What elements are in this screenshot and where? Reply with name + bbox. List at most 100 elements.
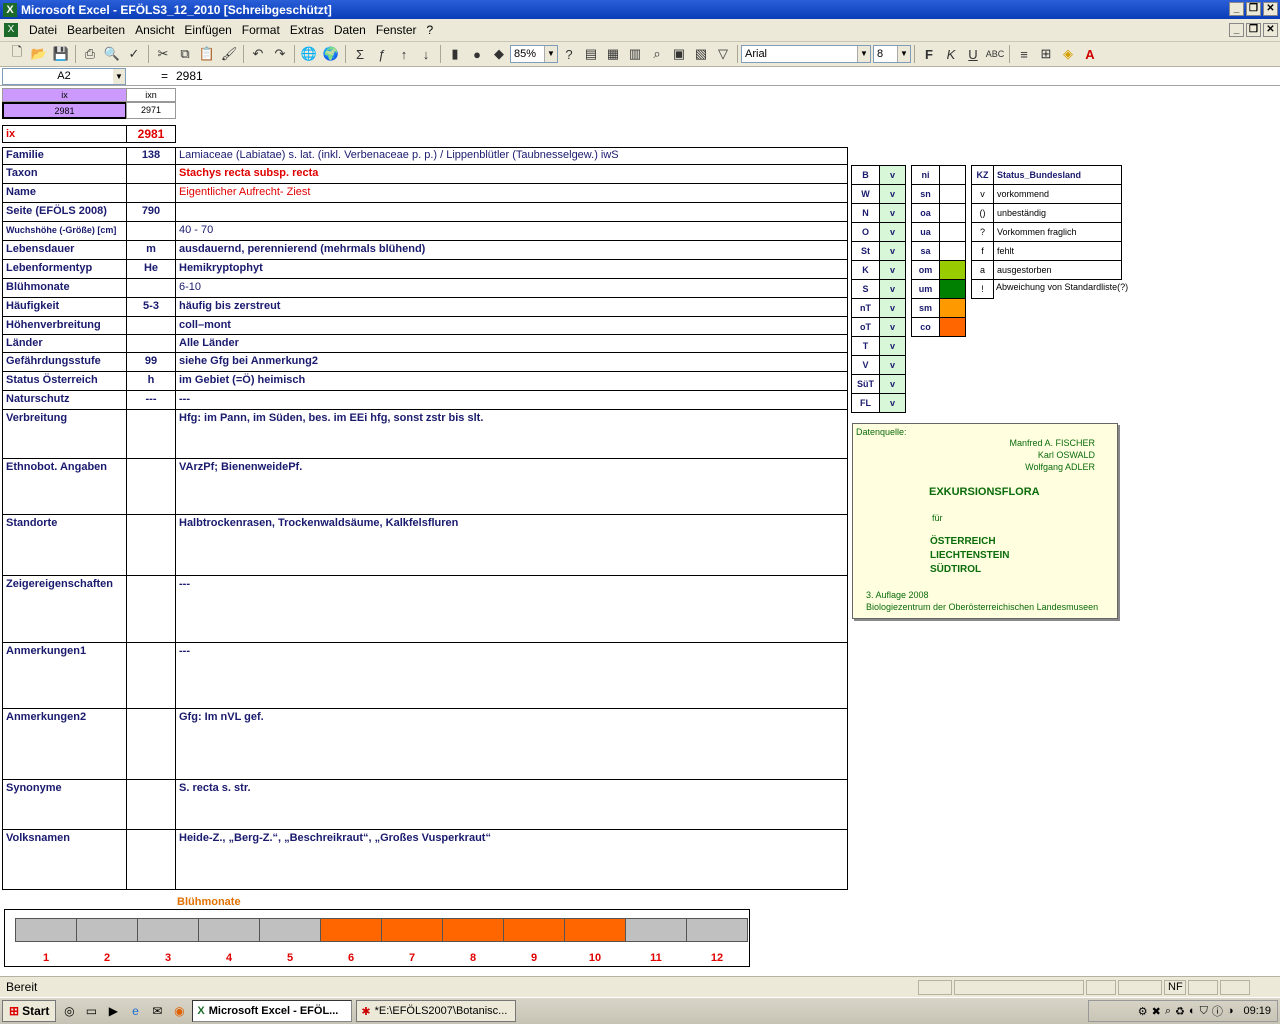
- menu-datei[interactable]: Datei: [24, 23, 62, 37]
- row-code[interactable]: [126, 164, 176, 184]
- help-icon[interactable]: ?: [558, 44, 580, 64]
- undo-icon[interactable]: ↶: [247, 44, 269, 64]
- menu-daten[interactable]: Daten: [329, 23, 371, 37]
- row-code[interactable]: [126, 278, 176, 298]
- spelling-icon[interactable]: ✓: [123, 44, 145, 64]
- hyperlink-icon[interactable]: 🌐: [298, 44, 320, 64]
- doc-restore-button[interactable]: ❐: [1246, 23, 1261, 37]
- quicklaunch-icon-1[interactable]: ◎: [60, 1002, 78, 1020]
- format-painter-icon[interactable]: 🖌: [218, 44, 240, 64]
- row-value[interactable]: Heide-Z., „Berg-Z.“, „Beschreikraut“, „G…: [175, 829, 848, 890]
- row-value[interactable]: Lamiaceae (Labiatae) s. lat. (inkl. Verb…: [175, 147, 848, 165]
- row-value[interactable]: coll–mont: [175, 316, 848, 335]
- paste-icon[interactable]: 📋: [196, 44, 218, 64]
- font-size-select[interactable]: 8 ▼: [873, 45, 911, 63]
- print-icon[interactable]: ⎙: [79, 44, 101, 64]
- tray-icon-6[interactable]: ⛉: [1200, 1005, 1208, 1018]
- quicklaunch-icon-5[interactable]: ✉: [148, 1002, 166, 1020]
- row-value[interactable]: S. recta s. str.: [175, 779, 848, 830]
- zoom-select[interactable]: 85% ▼: [510, 45, 558, 63]
- minimize-button[interactable]: _: [1229, 2, 1244, 16]
- row-code[interactable]: [126, 829, 176, 890]
- menu-help[interactable]: ?: [422, 23, 439, 37]
- web-toolbar-icon[interactable]: 🌍: [320, 44, 342, 64]
- row-value[interactable]: 6-10: [175, 278, 848, 298]
- tray-icon-8[interactable]: ◑: [1227, 1005, 1234, 1017]
- save-icon[interactable]: 💾: [50, 44, 72, 64]
- task-excel[interactable]: X Microsoft Excel - EFÖL...: [192, 1000, 353, 1022]
- row-code[interactable]: [126, 316, 176, 335]
- row-code[interactable]: [126, 708, 176, 780]
- tray-icon-3[interactable]: ⌕: [1165, 1005, 1171, 1018]
- row-code[interactable]: [126, 779, 176, 830]
- quicklaunch-icon-3[interactable]: ▶: [104, 1002, 122, 1020]
- print-preview-icon[interactable]: 🔍: [101, 44, 123, 64]
- drawing-icon[interactable]: ◆: [488, 44, 510, 64]
- row-code[interactable]: [126, 183, 176, 203]
- row-value[interactable]: Gfg: Im nVL gef.: [175, 708, 848, 780]
- tool-icon-e[interactable]: ▧: [690, 44, 712, 64]
- tray-icon-1[interactable]: ⚙: [1138, 1005, 1148, 1018]
- row-code[interactable]: m: [126, 240, 176, 260]
- row-code[interactable]: [126, 514, 176, 576]
- menu-einfuegen[interactable]: Einfügen: [179, 23, 236, 37]
- firefox-icon[interactable]: ◉: [170, 1002, 188, 1020]
- bold-icon[interactable]: F: [918, 44, 940, 64]
- row-value[interactable]: häufig bis zerstreut: [175, 297, 848, 317]
- tool-icon-a[interactable]: ▤: [580, 44, 602, 64]
- strikethrough-icon[interactable]: ABC: [984, 44, 1006, 64]
- ixn-value-cell[interactable]: 2971: [126, 102, 176, 119]
- open-icon[interactable]: 📂: [28, 44, 50, 64]
- tool-icon-b[interactable]: ▦: [602, 44, 624, 64]
- row-code[interactable]: [126, 334, 176, 353]
- quicklaunch-icon-2[interactable]: ▭: [82, 1002, 100, 1020]
- menu-ansicht[interactable]: Ansicht: [130, 23, 179, 37]
- row-value[interactable]: 40 - 70: [175, 221, 848, 241]
- redo-icon[interactable]: ↷: [269, 44, 291, 64]
- row-code[interactable]: h: [126, 371, 176, 391]
- row-value[interactable]: VArzPf; BienenweidePf.: [175, 458, 848, 515]
- copy-icon[interactable]: ⧉: [174, 44, 196, 64]
- row-value[interactable]: Hemikryptophyt: [175, 259, 848, 279]
- row-code[interactable]: He: [126, 259, 176, 279]
- row-value[interactable]: ---: [175, 390, 848, 410]
- tool-icon-c[interactable]: ▥: [624, 44, 646, 64]
- menu-fenster[interactable]: Fenster: [371, 23, 422, 37]
- restore-button[interactable]: ❐: [1246, 2, 1261, 16]
- row-code[interactable]: ---: [126, 390, 176, 410]
- row-code[interactable]: 790: [126, 202, 176, 222]
- menu-bearbeiten[interactable]: Bearbeiten: [62, 23, 130, 37]
- row-value[interactable]: ---: [175, 642, 848, 709]
- ie-icon[interactable]: e: [126, 1002, 144, 1020]
- autofilter-icon[interactable]: ▽: [712, 44, 734, 64]
- underline-icon[interactable]: U: [962, 44, 984, 64]
- row-value[interactable]: Eigentlicher Aufrecht- Ziest: [175, 183, 848, 203]
- doc-minimize-button[interactable]: _: [1229, 23, 1244, 37]
- italic-icon[interactable]: K: [940, 44, 962, 64]
- row-code[interactable]: [126, 409, 176, 459]
- function-icon[interactable]: ƒ: [371, 44, 393, 64]
- font-color-icon[interactable]: A: [1079, 44, 1101, 64]
- name-box[interactable]: A2 ▼: [2, 67, 126, 85]
- tray-icon-5[interactable]: ◐: [1189, 1005, 1196, 1017]
- row-value[interactable]: im Gebiet (=Ö) heimisch: [175, 371, 848, 391]
- row-code[interactable]: [126, 458, 176, 515]
- row-value[interactable]: ---: [175, 575, 848, 643]
- find-icon[interactable]: ⌕: [646, 44, 668, 64]
- row-value[interactable]: Alle Länder: [175, 334, 848, 353]
- row-code[interactable]: 5-3: [126, 297, 176, 317]
- tray-icon-4[interactable]: ♻: [1175, 1005, 1185, 1018]
- borders-icon[interactable]: ⊞: [1035, 44, 1057, 64]
- chart-wizard-icon[interactable]: ▮: [444, 44, 466, 64]
- row-value[interactable]: Halbtrockenrasen, Trockenwaldsäume, Kalk…: [175, 514, 848, 576]
- row-value[interactable]: [175, 202, 848, 222]
- row-value[interactable]: ausdauernd, perennierend (mehrmals blühe…: [175, 240, 848, 260]
- row-value[interactable]: siehe Gfg bei Anmerkung2: [175, 352, 848, 372]
- tray-icon-2[interactable]: ✖: [1152, 1005, 1161, 1018]
- row-code[interactable]: 138: [126, 147, 176, 165]
- row-code[interactable]: [126, 642, 176, 709]
- tool-icon-d[interactable]: ▣: [668, 44, 690, 64]
- row-code[interactable]: [126, 575, 176, 643]
- cut-icon[interactable]: ✂: [152, 44, 174, 64]
- row-code[interactable]: [126, 221, 176, 241]
